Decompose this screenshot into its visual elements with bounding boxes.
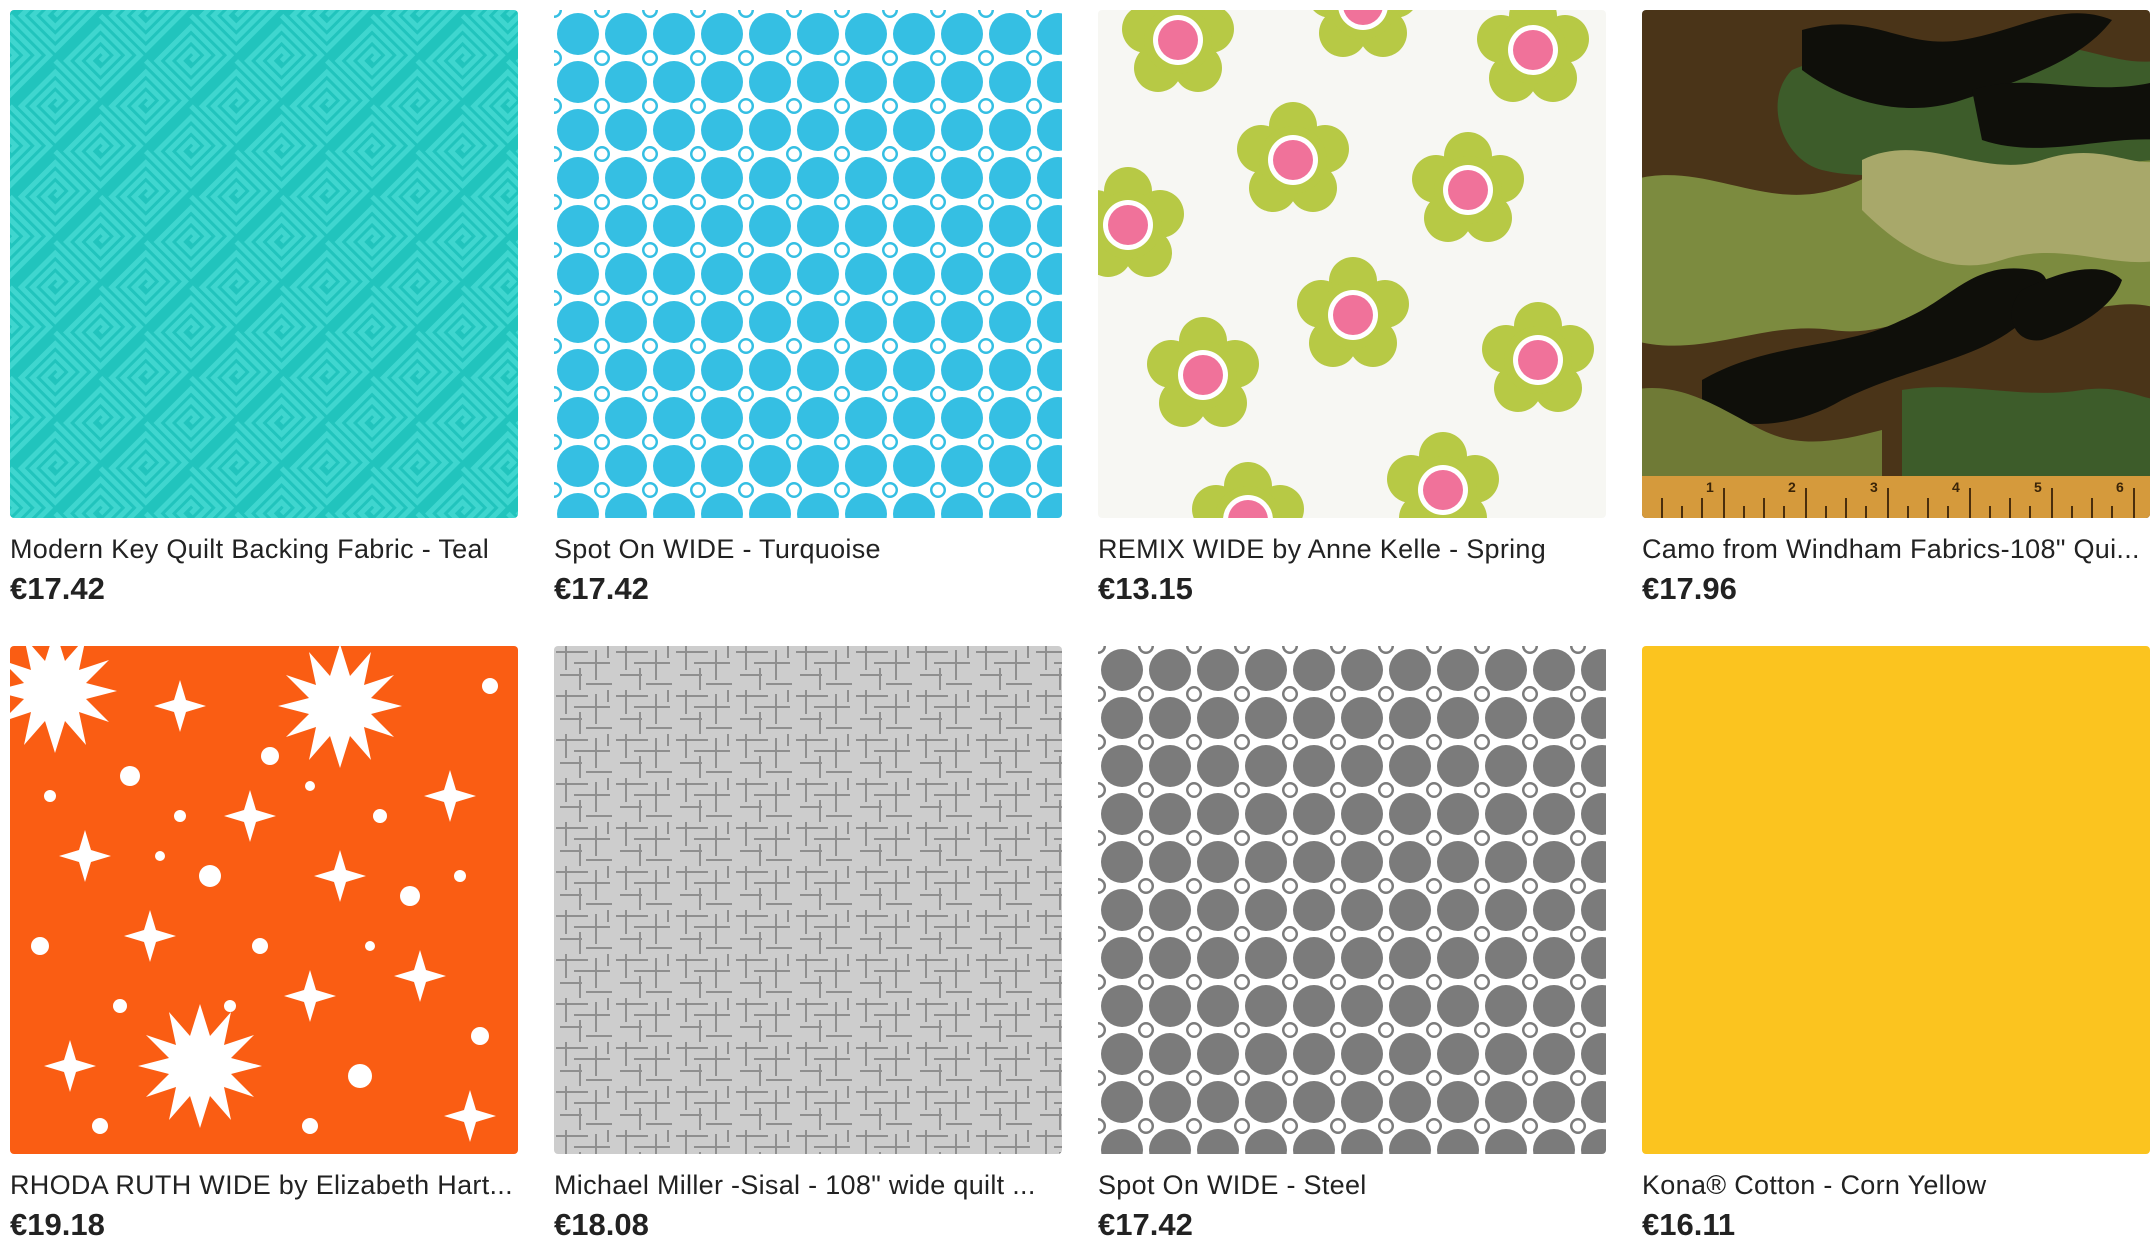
listing-price: €17.96 bbox=[1642, 571, 1737, 606]
listing-card[interactable]: Spot On WIDE - Steel €17.42 bbox=[1098, 646, 1606, 1244]
svg-text:3: 3 bbox=[1870, 479, 1878, 495]
listing-image[interactable] bbox=[10, 10, 518, 518]
listing-title[interactable]: Spot On WIDE - Turquoise bbox=[554, 532, 1062, 566]
listing-price: €17.42 bbox=[554, 571, 649, 606]
listing-card[interactable]: REMIX WIDE by Anne Kelle - Spring €13.15 bbox=[1098, 10, 1606, 608]
listing-image[interactable] bbox=[1098, 10, 1606, 518]
svg-text:1: 1 bbox=[1706, 479, 1714, 495]
listing-title[interactable]: REMIX WIDE by Anne Kelle - Spring bbox=[1098, 532, 1606, 566]
listing-price: €18.08 bbox=[554, 1207, 649, 1242]
listing-price: €17.42 bbox=[1098, 1207, 1193, 1242]
listing-image[interactable] bbox=[554, 646, 1062, 1154]
svg-text:4: 4 bbox=[1952, 479, 1960, 495]
listing-title[interactable]: Modern Key Quilt Backing Fabric - Teal bbox=[10, 532, 518, 566]
listing-price: €17.42 bbox=[10, 571, 105, 606]
listing-card[interactable]: Modern Key Quilt Backing Fabric - Teal €… bbox=[10, 10, 518, 608]
listing-title[interactable]: RHODA RUTH WIDE by Elizabeth Hart... bbox=[10, 1168, 518, 1202]
svg-text:6: 6 bbox=[2116, 479, 2124, 495]
svg-text:5: 5 bbox=[2034, 479, 2042, 495]
listing-image[interactable] bbox=[10, 646, 518, 1154]
listing-card[interactable]: Spot On WIDE - Turquoise €17.42 bbox=[554, 10, 1062, 608]
listing-card[interactable]: Kona® Cotton - Corn Yellow €16.11 bbox=[1642, 646, 2150, 1244]
listing-price: €13.15 bbox=[1098, 571, 1193, 606]
listing-grid: Modern Key Quilt Backing Fabric - Teal €… bbox=[10, 10, 2150, 1244]
listing-title[interactable]: Camo from Windham Fabrics-108" Qui... bbox=[1642, 532, 2150, 566]
listing-title[interactable]: Spot On WIDE - Steel bbox=[1098, 1168, 1606, 1202]
svg-text:2: 2 bbox=[1788, 479, 1796, 495]
listing-card[interactable]: Michael Miller -Sisal - 108" wide quilt … bbox=[554, 646, 1062, 1244]
listing-image[interactable] bbox=[1642, 646, 2150, 1154]
listing-title[interactable]: Kona® Cotton - Corn Yellow bbox=[1642, 1168, 2150, 1202]
listing-card[interactable]: 1 2 3 4 5 6 Camo from Windham Fabrics-108" … bbox=[1642, 10, 2150, 608]
listing-price: €16.11 bbox=[1642, 1207, 1736, 1242]
listing-image[interactable] bbox=[1098, 646, 1606, 1154]
listing-title[interactable]: Michael Miller -Sisal - 108" wide quilt … bbox=[554, 1168, 1062, 1202]
listing-image[interactable] bbox=[554, 10, 1062, 518]
listing-image[interactable]: 1 2 3 4 5 6 bbox=[1642, 10, 2150, 518]
listing-price: €19.18 bbox=[10, 1207, 105, 1242]
listing-card[interactable]: RHODA RUTH WIDE by Elizabeth Hart... €19… bbox=[10, 646, 518, 1244]
